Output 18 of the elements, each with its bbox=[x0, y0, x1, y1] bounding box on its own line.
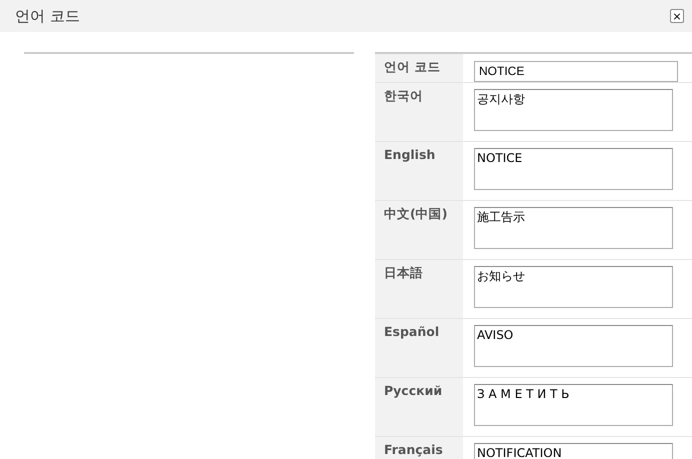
field-label: 日本語 bbox=[384, 265, 423, 280]
field-label: Français bbox=[384, 442, 443, 457]
code-field[interactable]: NOTICE bbox=[474, 60, 678, 82]
translation-field[interactable]: NOTIFICATION bbox=[474, 443, 673, 459]
translation-field[interactable]: 공지사항 bbox=[474, 89, 673, 131]
translation-field[interactable]: お知らせ bbox=[474, 266, 673, 308]
field-label: Русский bbox=[384, 383, 442, 398]
field-label: 언어 코드 bbox=[384, 59, 440, 74]
field-label: Español bbox=[384, 324, 440, 339]
translation-field[interactable]: AVISO bbox=[474, 325, 673, 367]
close-button[interactable]: × bbox=[670, 9, 684, 23]
field-label: 한국어 bbox=[384, 88, 423, 103]
translation-field[interactable]: З А М Е Т И Т Ь bbox=[474, 384, 673, 426]
translation-field[interactable]: 施工告示 bbox=[474, 207, 673, 249]
field-label: English bbox=[384, 147, 436, 162]
translation-field[interactable]: NOTICE bbox=[474, 148, 673, 190]
window-title: 언어 코드 bbox=[15, 6, 80, 27]
field-label: 中文(中国) bbox=[384, 206, 448, 221]
